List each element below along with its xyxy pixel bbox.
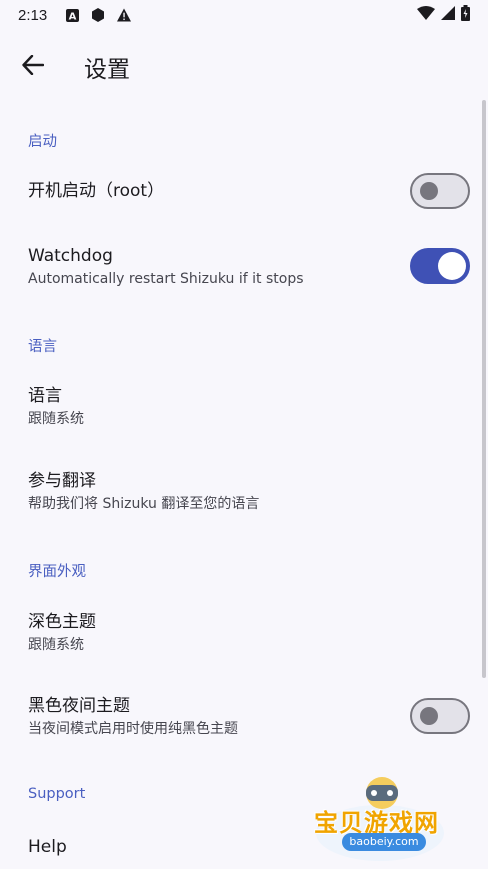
pref-language-title: 语言 bbox=[28, 385, 62, 406]
boot-start-switch[interactable] bbox=[410, 173, 470, 209]
pref-boot-start-title: 开机启动（root） bbox=[28, 181, 165, 201]
pref-dark-theme-title: 深色主题 bbox=[28, 611, 96, 632]
section-header-language: 语言 bbox=[28, 339, 57, 355]
pref-language[interactable]: 语言 跟随系统 bbox=[0, 380, 488, 432]
status-bar: 2:13 A bbox=[0, 0, 488, 30]
pref-black-night-texts: 黑色夜间主题 当夜间模式启用时使用纯黑色主题 bbox=[28, 694, 410, 739]
switch-thumb bbox=[420, 182, 438, 200]
pref-translate-title: 参与翻译 bbox=[28, 470, 96, 491]
pref-translate[interactable]: 参与翻译 帮助我们将 Shizuku 翻译至您的语言 bbox=[0, 465, 488, 517]
pref-watchdog-title: Watchdog bbox=[28, 245, 113, 266]
page-title: 设置 bbox=[84, 57, 130, 83]
pref-black-night-title: 黑色夜间主题 bbox=[28, 695, 130, 716]
watermark-logo: 宝贝游戏网 baobeiy.com bbox=[308, 775, 458, 865]
pref-dark-theme-texts: 深色主题 跟随系统 bbox=[28, 610, 470, 655]
notification-a-icon: A bbox=[65, 8, 79, 22]
pref-boot-start[interactable]: 开机启动（root） bbox=[0, 166, 488, 216]
pref-boot-start-texts: 开机启动（root） bbox=[28, 179, 410, 203]
pref-dark-theme[interactable]: 深色主题 跟随系统 bbox=[0, 606, 488, 658]
switch-thumb bbox=[420, 707, 438, 725]
status-right bbox=[417, 5, 470, 25]
back-button[interactable] bbox=[5, 39, 61, 95]
pref-watchdog-texts: Watchdog Automatically restart Shizuku i… bbox=[28, 244, 410, 289]
pref-language-texts: 语言 跟随系统 bbox=[28, 384, 470, 429]
section-header-appearance: 界面外观 bbox=[28, 564, 86, 580]
arrow-back-icon bbox=[22, 54, 45, 79]
pref-translate-texts: 参与翻译 帮助我们将 Shizuku 翻译至您的语言 bbox=[28, 469, 470, 514]
watchdog-switch[interactable] bbox=[410, 248, 470, 284]
section-header-support: Support bbox=[28, 786, 86, 802]
switch-thumb bbox=[438, 252, 466, 280]
battery-icon bbox=[461, 5, 470, 25]
pref-black-night-summary: 当夜间模式启用时使用纯黑色主题 bbox=[28, 720, 238, 737]
svg-text:A: A bbox=[68, 11, 76, 22]
black-night-switch[interactable] bbox=[410, 698, 470, 734]
pref-watchdog-summary: Automatically restart Shizuku if it stop… bbox=[28, 270, 304, 287]
pref-translate-summary: 帮助我们将 Shizuku 翻译至您的语言 bbox=[28, 495, 260, 512]
cellular-icon bbox=[441, 6, 455, 24]
shield-icon bbox=[91, 8, 105, 22]
wifi-icon bbox=[417, 6, 435, 24]
app-bar: 设置 bbox=[0, 38, 488, 96]
status-time: 2:13 bbox=[18, 6, 48, 24]
pref-language-summary: 跟随系统 bbox=[28, 410, 84, 427]
pref-dark-theme-summary: 跟随系统 bbox=[28, 636, 84, 653]
pref-black-night-theme[interactable]: 黑色夜间主题 当夜间模式启用时使用纯黑色主题 bbox=[0, 688, 488, 744]
warning-icon bbox=[117, 8, 132, 22]
section-header-startup: 启动 bbox=[28, 134, 57, 150]
pref-watchdog[interactable]: Watchdog Automatically restart Shizuku i… bbox=[0, 238, 488, 294]
watermark-url: baobeiy.com bbox=[342, 833, 426, 851]
